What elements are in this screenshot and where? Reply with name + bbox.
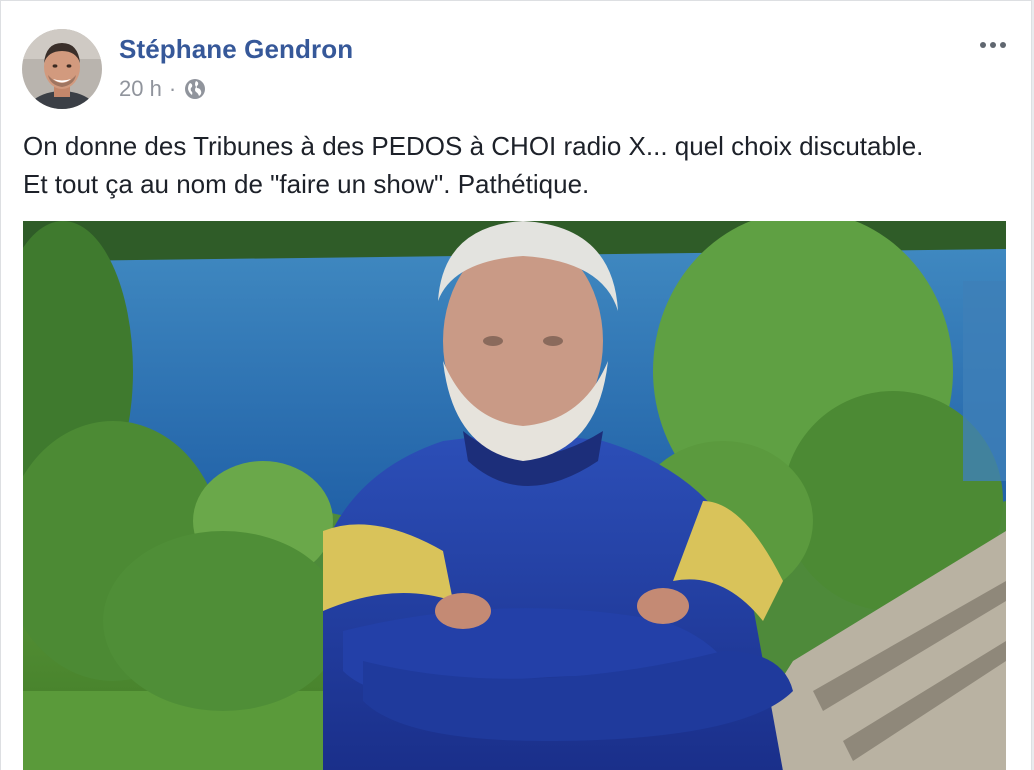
author-name-link[interactable]: Stéphane Gendron: [119, 34, 353, 65]
meta-separator: ·: [168, 76, 177, 101]
avatar-photo: [22, 29, 102, 109]
more-options-icon[interactable]: [977, 31, 1009, 59]
post-text: On donne des Tribunes à des PEDOS à CHOI…: [23, 131, 924, 199]
feed-post: Stéphane Gendron 20 h · On donne des Tri…: [0, 0, 1032, 770]
post-timestamp[interactable]: 20 h: [119, 76, 162, 102]
author-avatar[interactable]: [22, 29, 102, 109]
globe-icon[interactable]: [184, 78, 206, 100]
post-meta: 20 h ·: [119, 75, 206, 103]
video-frame[interactable]: [23, 221, 1006, 770]
video-thumbnail: [23, 221, 1006, 770]
